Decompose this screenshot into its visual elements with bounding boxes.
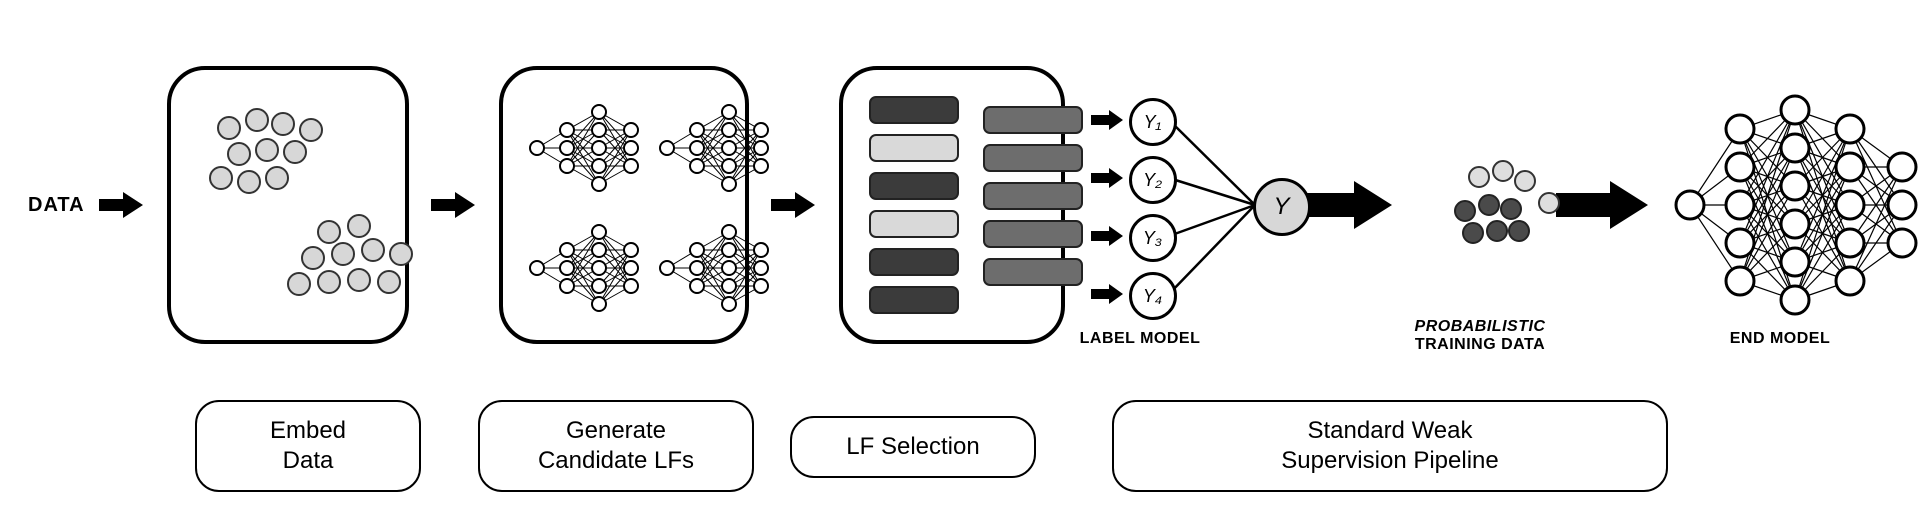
mini-nn-icon bbox=[523, 220, 643, 316]
mini-nn-icon bbox=[523, 100, 643, 196]
lm-node: Y₂ bbox=[1129, 156, 1177, 204]
probabilistic-caption: PROBABILISTIC TRAINING DATA bbox=[1380, 318, 1580, 354]
arrow-icon bbox=[1091, 224, 1125, 253]
arrow-icon bbox=[1091, 282, 1125, 311]
lf-bar bbox=[983, 106, 1083, 134]
arrow-icon bbox=[431, 190, 477, 220]
lm-node: Y₃ bbox=[1129, 214, 1177, 262]
lf-bar bbox=[869, 172, 959, 200]
lf-bar bbox=[983, 182, 1083, 210]
lf-bar bbox=[983, 144, 1083, 172]
probabilistic-training-data bbox=[1408, 70, 1550, 340]
arrow-icon bbox=[771, 190, 817, 220]
lf-bar bbox=[869, 96, 959, 124]
data-label: DATA bbox=[28, 194, 85, 217]
lf-bar bbox=[869, 248, 959, 276]
lm-node: Y₄ bbox=[1129, 272, 1177, 320]
big-arrow-icon bbox=[1556, 177, 1652, 233]
mini-nn-icon bbox=[653, 100, 773, 196]
generate-lfs-panel bbox=[499, 66, 749, 344]
lf-bar bbox=[983, 220, 1083, 248]
lf-selection-panel bbox=[839, 66, 1064, 344]
lf-bar bbox=[869, 134, 959, 162]
mini-nn-icon bbox=[653, 220, 773, 316]
arrow-icon bbox=[99, 190, 145, 220]
end-model bbox=[1670, 70, 1920, 340]
stage-select-box: LF Selection bbox=[790, 416, 1036, 478]
label-model-caption: LABEL MODEL bbox=[1045, 330, 1235, 348]
arrow-icon bbox=[1091, 166, 1125, 195]
end-model-caption: END MODEL bbox=[1690, 330, 1870, 348]
lf-bar bbox=[869, 210, 959, 238]
stage-generate-box: Generate Candidate LFs bbox=[478, 400, 754, 492]
lm-output-node: Y bbox=[1253, 178, 1311, 236]
label-model: Y₁ Y₂ Y₃ Y₄ Y bbox=[1077, 70, 1294, 340]
stage-embed-box: Embed Data bbox=[195, 400, 421, 492]
lm-node: Y₁ bbox=[1129, 98, 1177, 146]
lf-bar bbox=[869, 286, 959, 314]
embed-data-panel bbox=[167, 66, 409, 344]
lf-bar bbox=[983, 258, 1083, 286]
stage-weak-box: Standard Weak Supervision Pipeline bbox=[1112, 400, 1668, 492]
arrow-icon bbox=[1091, 108, 1125, 137]
